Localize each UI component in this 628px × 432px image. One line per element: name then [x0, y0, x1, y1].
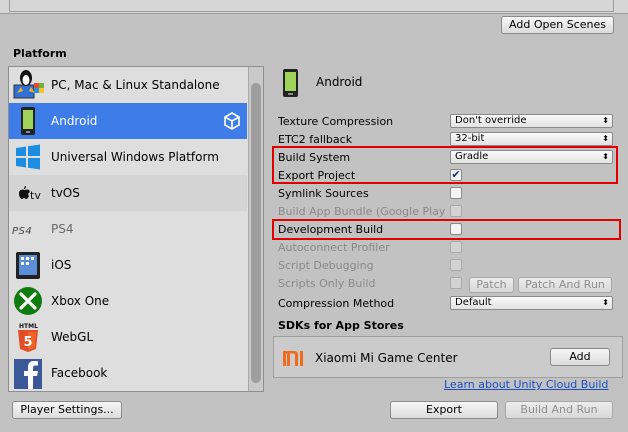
platform-item-facebook[interactable]: Facebook [9, 355, 247, 391]
platform-label: Xbox One [51, 294, 110, 308]
platform-label: PC, Mac & Linux Standalone [51, 78, 220, 92]
add-open-scenes-button[interactable]: Add Open Scenes [501, 16, 614, 34]
unity-logo-icon [223, 112, 241, 130]
scripts-only-build-checkbox[interactable] [450, 277, 462, 289]
dropdown-arrow-icon: ⬍ [602, 116, 609, 125]
apple-tv-icon: tv [12, 177, 44, 209]
sdk-item-label: Xiaomi Mi Game Center [315, 351, 458, 365]
android-phone-icon [12, 105, 44, 137]
cloud-build-link[interactable]: Learn about Unity Cloud Build [444, 378, 608, 391]
platform-item-uwp[interactable]: Universal Windows Platform [9, 139, 247, 175]
dropdown-arrow-icon: ⬍ [602, 298, 609, 307]
platform-label: iOS [51, 258, 72, 272]
autoconnect-profiler-label: Autoconnect Profiler [278, 241, 390, 254]
svg-text:5: 5 [24, 335, 33, 350]
platform-label: tvOS [51, 186, 80, 200]
platform-item-standalone[interactable]: PC, Mac & Linux Standalone [9, 67, 247, 103]
script-debugging-checkbox[interactable] [450, 259, 462, 271]
facebook-icon [12, 357, 44, 389]
etc2-fallback-label: ETC2 fallback [278, 133, 353, 146]
build-app-bundle-label: Build App Bundle (Google Play [278, 205, 446, 218]
symlink-sources-checkbox[interactable] [450, 187, 462, 199]
platform-item-webgl[interactable]: HTML 5 WebGL [9, 319, 247, 355]
platform-item-ios[interactable]: iOS [9, 247, 247, 283]
ipad-icon [12, 249, 44, 281]
svg-text:HTML: HTML [19, 323, 38, 330]
html5-icon: HTML 5 [12, 321, 44, 353]
texture-compression-label: Texture Compression [278, 115, 394, 128]
export-button[interactable]: Export [390, 401, 498, 419]
android-phone-icon [280, 68, 302, 98]
script-debugging-label: Script Debugging [278, 259, 374, 272]
dropdown-value: 32-bit [455, 133, 485, 144]
development-build-highlight [272, 219, 621, 240]
platform-item-xbox-one[interactable]: Xbox One [9, 283, 247, 319]
player-settings-button[interactable]: Player Settings... [12, 401, 122, 419]
compression-method-label: Compression Method [278, 297, 395, 310]
xiaomi-logo-icon [281, 349, 305, 367]
build-system-export-highlight [272, 146, 618, 184]
sdk-item-box: Xiaomi Mi Game Center Add [273, 336, 623, 378]
sdk-add-button[interactable]: Add [550, 348, 610, 366]
platform-item-tvos[interactable]: tv tvOS [9, 175, 247, 211]
scenes-list-edge [9, 0, 614, 12]
scrollbar-thumb[interactable] [251, 83, 261, 383]
scripts-only-build-label: Scripts Only Build [278, 277, 376, 290]
build-app-bundle-checkbox[interactable] [450, 205, 462, 217]
svg-text:tv: tv [30, 189, 41, 202]
svg-text:PS4: PS4 [12, 226, 32, 237]
autoconnect-profiler-checkbox[interactable] [450, 241, 462, 253]
texture-compression-dropdown[interactable]: Don't override ⬍ [450, 114, 613, 128]
dropdown-arrow-icon: ⬍ [602, 134, 609, 143]
platform-list-scrollbar[interactable] [248, 67, 263, 391]
symlink-sources-label: Symlink Sources [278, 187, 369, 200]
build-and-run-button[interactable]: Build And Run [505, 401, 613, 419]
platform-label: WebGL [51, 330, 94, 344]
platform-label: Facebook [51, 366, 108, 380]
dropdown-value: Don't override [455, 115, 527, 126]
platform-label: PS4 [51, 222, 74, 236]
platform-label: Universal Windows Platform [51, 150, 219, 164]
patch-button[interactable]: Patch [469, 277, 514, 293]
sdks-header: SDKs for App Stores [278, 319, 404, 332]
compression-method-dropdown[interactable]: Default ⬍ [450, 296, 613, 310]
platform-list: PC, Mac & Linux Standalone Android Unive… [8, 66, 264, 392]
ps4-logo-icon: PS4 [12, 213, 44, 245]
patch-and-run-button[interactable]: Patch And Run [518, 277, 612, 293]
platform-label: Android [51, 114, 98, 128]
platform-header: Platform [13, 47, 67, 60]
settings-title: Android [316, 75, 363, 89]
windows-icon [12, 141, 44, 173]
platform-item-android[interactable]: Android [9, 103, 247, 139]
pc-mac-linux-icon [12, 69, 44, 101]
etc2-fallback-dropdown[interactable]: 32-bit ⬍ [450, 132, 613, 146]
platform-item-ps4[interactable]: PS4 PS4 [9, 211, 247, 247]
xbox-icon [12, 285, 44, 317]
dropdown-value: Default [455, 297, 492, 308]
